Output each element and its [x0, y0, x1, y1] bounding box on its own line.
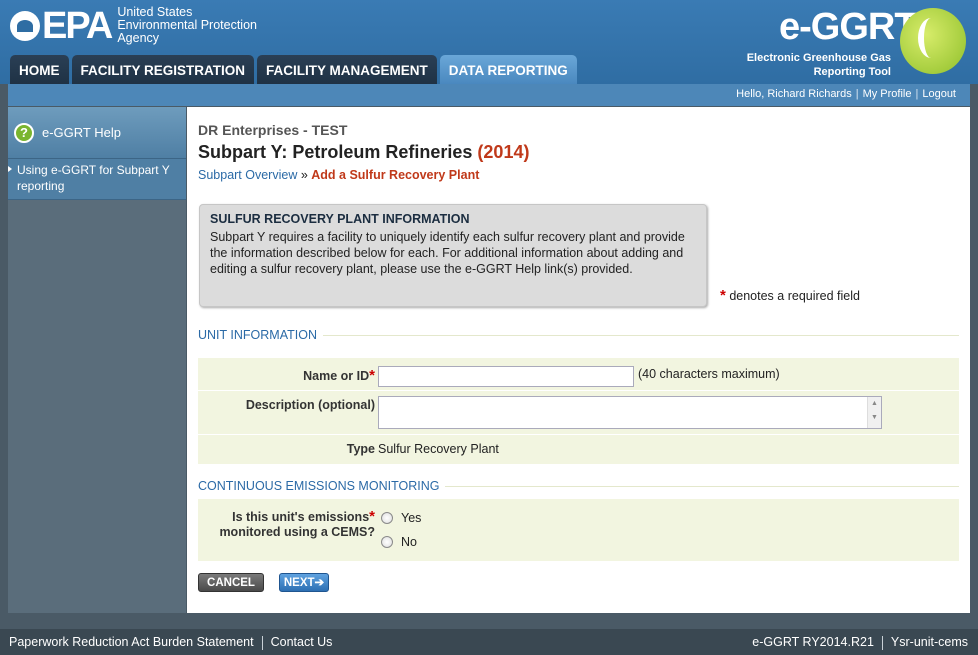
question-icon: ? — [14, 122, 34, 143]
bird-logo-icon — [900, 8, 966, 74]
name-input[interactable] — [378, 366, 634, 387]
unit-info-heading: UNIT INFORMATION — [198, 328, 323, 342]
logout-link[interactable]: Logout — [918, 88, 960, 100]
reporting-year: (2014) — [477, 142, 530, 162]
radio-no[interactable] — [381, 536, 393, 548]
page-title: Subpart Y: Petroleum Refineries (2014) — [198, 142, 530, 162]
cancel-button[interactable]: CANCEL — [198, 573, 264, 592]
info-text: Subpart Y requires a facility to uniquel… — [210, 230, 685, 276]
tab-facility-management[interactable]: FACILITY MANAGEMENT — [257, 55, 437, 84]
version-label: e-GGRT RY2014.R21 — [752, 635, 874, 649]
site-header: EPA United States Environmental Protecti… — [0, 0, 978, 84]
cems-option-no[interactable]: No — [381, 535, 417, 549]
user-bar: Hello, Richard Richards | My Profile | Logou… — [8, 84, 970, 106]
type-label: Type — [346, 442, 375, 456]
cems-question: Is this unit's emissions* monitored usin… — [219, 508, 375, 539]
site-footer: Paperwork Reduction Act Burden Statement… — [0, 629, 978, 655]
type-value: Sulfur Recovery Plant — [378, 442, 499, 456]
name-hint: (40 characters maximum) — [638, 367, 780, 381]
epa-flower-icon — [10, 10, 40, 41]
breadcrumb-current: Add a Sulfur Recovery Plant — [311, 168, 480, 182]
user-greeting[interactable]: Hello, Richard Richards — [732, 88, 856, 100]
tab-facility-registration[interactable]: FACILITY REGISTRATION — [71, 55, 255, 84]
eggrt-subtitle: Electronic Greenhouse Gas Reporting Tool — [746, 52, 891, 78]
main-nav: HOME FACILITY REGISTRATION FACILITY MANA… — [10, 55, 577, 84]
cems-option-yes[interactable]: Yes — [381, 511, 421, 525]
info-title: SULFUR RECOVERY PLANT INFORMATION — [210, 212, 470, 226]
cems-row: Is this unit's emissions* monitored usin… — [198, 498, 959, 561]
help-header[interactable]: ? e-GGRT Help — [8, 107, 186, 159]
name-label: Name or ID* — [303, 367, 375, 384]
tab-data-reporting[interactable]: DATA REPORTING — [439, 55, 577, 84]
epa-wordmark: EPA — [42, 4, 113, 47]
eggrt-logo: e-GGRT Electronic Greenhouse Gas Reporti… — [741, 6, 966, 80]
name-row: Name or ID* (40 characters maximum) — [198, 357, 959, 390]
arrow-right-icon: ➔ — [314, 577, 325, 589]
page-id-label: Ysr-unit-cems — [890, 635, 968, 649]
description-row: Description (optional) ▲ ▼ — [198, 390, 959, 434]
my-profile-link[interactable]: My Profile — [859, 88, 916, 100]
eggrt-title: e-GGRT — [779, 6, 918, 48]
breadcrumb: Subpart Overview » Add a Sulfur Recovery… — [198, 168, 480, 182]
required-field-note: * denotes a required field — [720, 287, 860, 304]
cems-heading: CONTINUOUS EMISSIONS MONITORING — [198, 479, 446, 493]
help-label: e-GGRT Help — [42, 125, 121, 140]
type-row: Type Sulfur Recovery Plant — [198, 434, 959, 464]
agency-name: United States Environmental Protection A… — [117, 5, 257, 45]
radio-no-label: No — [401, 535, 417, 549]
help-sidebar: ? e-GGRT Help Using e-GGRT for Subpart Y… — [8, 107, 186, 613]
paperwork-link[interactable]: Paperwork Reduction Act Burden Statement — [9, 635, 254, 649]
organization-name: DR Enterprises - TEST — [198, 122, 348, 138]
tab-home[interactable]: HOME — [10, 55, 69, 84]
contact-us-link[interactable]: Contact Us — [271, 635, 333, 649]
breadcrumb-subpart-overview[interactable]: Subpart Overview — [198, 168, 297, 182]
epa-logo[interactable]: EPA United States Environmental Protecti… — [10, 6, 257, 45]
radio-yes[interactable] — [381, 512, 393, 524]
next-button[interactable]: NEXT➔ — [279, 573, 329, 592]
description-textarea[interactable]: ▲ ▼ — [378, 396, 882, 429]
help-link-subpart-y[interactable]: Using e-GGRT for Subpart Y reporting — [8, 159, 186, 200]
main-content: DR Enterprises - TEST Subpart Y: Petrole… — [187, 107, 970, 613]
description-label: Description (optional) — [245, 398, 375, 412]
info-box: SULFUR RECOVERY PLANT INFORMATION Subpar… — [199, 204, 707, 307]
textarea-scrollbar[interactable]: ▲ ▼ — [867, 397, 881, 428]
required-star: * — [720, 287, 726, 304]
radio-yes-label: Yes — [401, 511, 422, 525]
